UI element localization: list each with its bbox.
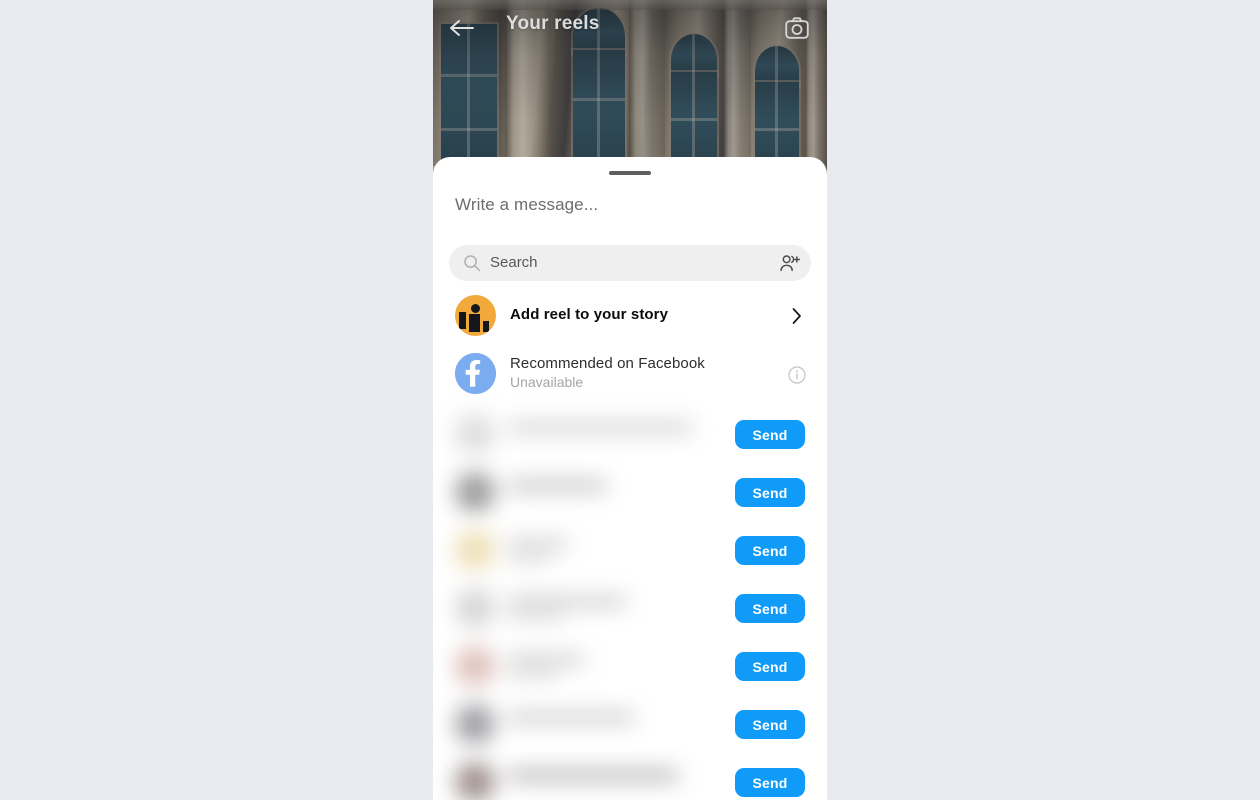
camera-icon [785,17,809,39]
phone-viewport: Your reels Write a message... Search Add… [433,0,827,800]
contact-row[interactable]: Send [433,695,827,753]
screen-root: Your reels Write a message... Search Add… [0,0,1260,800]
contact-row[interactable]: Send [433,463,827,521]
search-row: Search [449,245,811,281]
contact-row[interactable]: Send [433,579,827,637]
back-button[interactable] [448,14,476,42]
send-button[interactable]: Send [735,478,805,507]
add-reel-to-story-row[interactable]: Add reel to your story [433,287,827,345]
info-circle-icon[interactable] [788,366,806,384]
send-button[interactable]: Send [735,594,805,623]
send-button[interactable]: Send [735,536,805,565]
top-app-bar: Your reels [433,0,827,56]
contact-row[interactable]: Send [433,521,827,579]
blurred-contact-info [433,753,763,800]
option-title: Recommended on Facebook [510,355,705,372]
blurred-contact-info [433,695,763,753]
search-icon [463,254,481,272]
page-title: Your reels [506,13,600,34]
send-button[interactable]: Send [735,710,805,739]
facebook-logo-icon [455,353,496,394]
user-avatar [455,295,496,336]
sheet-drag-handle[interactable] [609,171,651,175]
blurred-contact-info [433,405,763,463]
blurred-contact-info [433,521,763,579]
chevron-right-icon [789,307,805,325]
blurred-contact-info [433,637,763,695]
option-title: Add reel to your story [510,306,669,323]
send-button[interactable]: Send [735,652,805,681]
camera-button[interactable] [783,14,811,42]
arrow-left-icon [450,20,474,36]
contact-list: Send Send Send Send Send Send Send [433,405,827,800]
blurred-contact-info [433,463,763,521]
option-subtitle: Unavailable [510,374,584,390]
share-bottom-sheet: Write a message... Search Add reel to yo… [433,157,827,800]
recommended-on-facebook-row[interactable]: Recommended on Facebook Unavailable [433,345,827,403]
contact-row[interactable]: Send [433,405,827,463]
blurred-contact-info [433,579,763,637]
send-button[interactable]: Send [735,768,805,797]
add-people-icon[interactable] [779,253,801,274]
contact-row[interactable]: Send [433,753,827,800]
send-button[interactable]: Send [735,420,805,449]
message-input[interactable]: Write a message... [455,195,598,215]
search-placeholder-text: Search [490,254,538,271]
contact-row[interactable]: Send [433,637,827,695]
